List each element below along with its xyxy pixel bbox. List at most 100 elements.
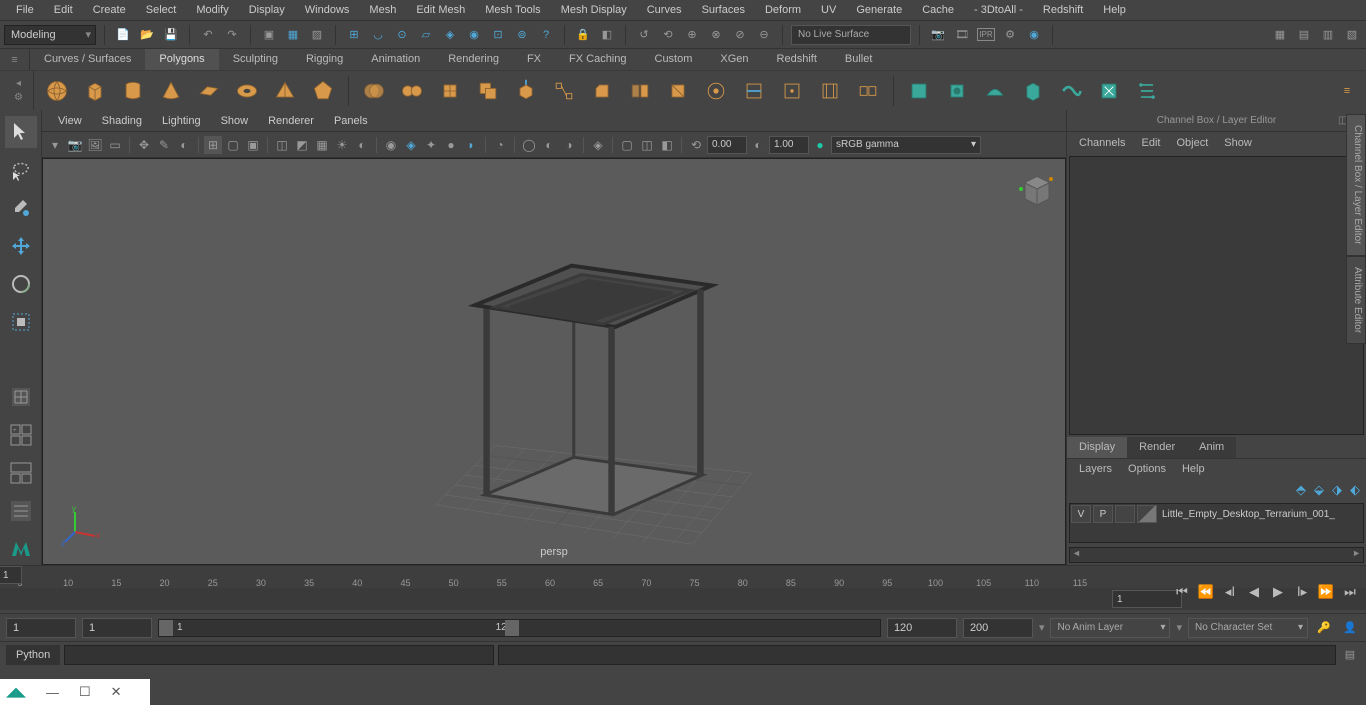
snap-toggle-icon[interactable]: ⊡	[488, 25, 508, 45]
menu-file[interactable]: File	[6, 1, 44, 19]
layer-down-icon[interactable]: ⬙	[1314, 482, 1324, 498]
lock-icon[interactable]: 🔒	[573, 25, 593, 45]
snap-help-icon[interactable]: ?	[536, 25, 556, 45]
xray-icon[interactable]: ◈	[402, 136, 420, 154]
expose-gamma-icon[interactable]: ⟲	[687, 136, 705, 154]
shelf-tab-polygons[interactable]: Polygons	[145, 49, 218, 70]
menu-cache[interactable]: Cache	[912, 1, 964, 19]
range-end-field[interactable]: 120	[887, 618, 957, 638]
motion-blur-icon[interactable]: ◗	[462, 136, 480, 154]
camera-select-icon[interactable]: ▾	[46, 136, 64, 154]
shelf-green7-icon[interactable]	[1132, 76, 1162, 106]
layer-up-icon[interactable]: ⬘	[1296, 482, 1306, 498]
menu-curves[interactable]: Curves	[637, 1, 692, 19]
shelf-tab-rendering[interactable]: Rendering	[434, 49, 513, 70]
shelf-options-icon[interactable]: ◂⚙	[4, 71, 34, 110]
grid-toggle-icon[interactable]: ⊞	[204, 136, 222, 154]
lights-icon[interactable]: ☀	[333, 136, 351, 154]
side-tab-channelbox[interactable]: Channel Box / Layer Editor	[1346, 114, 1366, 256]
menu-mesh[interactable]: Mesh	[359, 1, 406, 19]
shelf-tab-rigging[interactable]: Rigging	[292, 49, 357, 70]
shelf-green2-icon[interactable]	[942, 76, 972, 106]
shelf-tab-fx[interactable]: FX	[513, 49, 555, 70]
shelf-tab-redshift[interactable]: Redshift	[763, 49, 831, 70]
view-cube-icon[interactable]	[1015, 169, 1055, 209]
cb-menu-show[interactable]: Show	[1216, 134, 1260, 152]
layer-tab-anim[interactable]: Anim	[1187, 437, 1236, 458]
occlusion-icon[interactable]: ●	[442, 136, 460, 154]
panel-layout3-icon[interactable]: ▥	[1318, 25, 1338, 45]
symmetry-icon[interactable]: ◧	[597, 25, 617, 45]
play-forward-icon[interactable]: ▶	[1268, 582, 1288, 602]
image-plane-icon[interactable]: 🖼	[86, 136, 104, 154]
layer-visibility-toggle[interactable]: V	[1071, 505, 1091, 523]
range-start-field[interactable]: 1	[82, 618, 152, 638]
layer-row[interactable]: V P Little_Empty_Desktop_Terrarium_001_	[1070, 504, 1363, 524]
snap-curve-icon[interactable]: ◡	[368, 25, 388, 45]
rotate-tool-icon[interactable]	[5, 268, 37, 300]
shelf-green4-icon[interactable]	[1018, 76, 1048, 106]
undo-icon[interactable]: ↶	[198, 25, 218, 45]
workspace-dropdown[interactable]: Modeling	[4, 25, 96, 45]
snap-center-icon[interactable]: ⊚	[512, 25, 532, 45]
shelf-tab-xgen[interactable]: XGen	[706, 49, 762, 70]
poly-sphere-icon[interactable]	[42, 76, 72, 106]
colorspace-dropdown[interactable]: sRGB gamma	[831, 136, 981, 154]
window-maximize-icon[interactable]: ☐	[79, 684, 91, 700]
poly-mirror-icon[interactable]	[625, 76, 655, 106]
layer-display-type[interactable]	[1115, 505, 1135, 523]
time-ruler[interactable]: 5101520253035404550556065707580859095100…	[0, 566, 1366, 588]
expose-icon[interactable]: ◈	[589, 136, 607, 154]
color-toggle-icon[interactable]: ●	[811, 136, 829, 154]
ghost-icon[interactable]: ◐	[175, 136, 193, 154]
select-object-icon[interactable]: ▦	[283, 25, 303, 45]
current-frame-start[interactable]: 1	[0, 566, 22, 584]
play-backward-icon[interactable]: ◀	[1244, 582, 1264, 602]
step-forward-key-icon[interactable]: ⏩	[1316, 582, 1336, 602]
script-editor-icon[interactable]: ▤	[1340, 645, 1360, 665]
poly-collapse-icon[interactable]	[777, 76, 807, 106]
snap-point-icon[interactable]: ⊙	[392, 25, 412, 45]
gamma-value[interactable]: 1.00	[769, 136, 809, 154]
panel-menu-show[interactable]: Show	[211, 112, 259, 130]
poly-smooth-icon[interactable]	[435, 76, 465, 106]
poly-combine-icon[interactable]	[359, 76, 389, 106]
anim-layer-dropdown[interactable]: No Anim Layer	[1050, 618, 1170, 638]
menu-select[interactable]: Select	[136, 1, 187, 19]
render-icon[interactable]: 📷	[928, 25, 948, 45]
layer-name[interactable]: Little_Empty_Desktop_Terrarium_001_	[1158, 509, 1363, 520]
paint-select-tool-icon[interactable]	[5, 192, 37, 224]
exposure-value[interactable]: 0.00	[707, 136, 747, 154]
menu-meshtools[interactable]: Mesh Tools	[475, 1, 550, 19]
gamma-icon[interactable]: ◐	[749, 136, 767, 154]
menu-editmesh[interactable]: Edit Mesh	[406, 1, 475, 19]
bookmark-icon[interactable]: 📷	[66, 136, 84, 154]
live-surface-field[interactable]: No Live Surface	[791, 25, 911, 45]
panel-menu-view[interactable]: View	[48, 112, 92, 130]
range-max-field[interactable]: 200	[963, 618, 1033, 638]
panel-menu-lighting[interactable]: Lighting	[152, 112, 211, 130]
step-back-key-icon[interactable]: ⏪	[1196, 582, 1216, 602]
poly-extrude-icon[interactable]	[511, 76, 541, 106]
safe-action-icon[interactable]: ◧	[658, 136, 676, 154]
poly-cone-icon[interactable]	[156, 76, 186, 106]
menu-surfaces[interactable]: Surfaces	[692, 1, 755, 19]
history-icon[interactable]: ⟲	[658, 25, 678, 45]
menu-help[interactable]: Help	[1093, 1, 1136, 19]
poly-target-weld-icon[interactable]	[701, 76, 731, 106]
step-forward-icon[interactable]: Ⅰ▸	[1292, 582, 1312, 602]
layer-tab-display[interactable]: Display	[1067, 437, 1127, 458]
range-slider-left-handle[interactable]	[159, 620, 173, 636]
shelf-tab-custom[interactable]: Custom	[641, 49, 707, 70]
range-slider[interactable]: 1 120	[158, 619, 881, 637]
isolate-icon[interactable]: ↺	[634, 25, 654, 45]
shelf-handle-icon[interactable]: ≡	[0, 49, 30, 70]
viewport-3d[interactable]: persp y x z	[42, 158, 1066, 565]
select-hierarchy-icon[interactable]: ▣	[259, 25, 279, 45]
poly-bridge-icon[interactable]	[549, 76, 579, 106]
depth-field-icon[interactable]: ◔	[491, 136, 509, 154]
snap-plane-icon[interactable]: ▱	[416, 25, 436, 45]
poly-platonic-icon[interactable]	[308, 76, 338, 106]
poly-separate-icon[interactable]	[397, 76, 427, 106]
construction3-icon[interactable]: ⊘	[730, 25, 750, 45]
